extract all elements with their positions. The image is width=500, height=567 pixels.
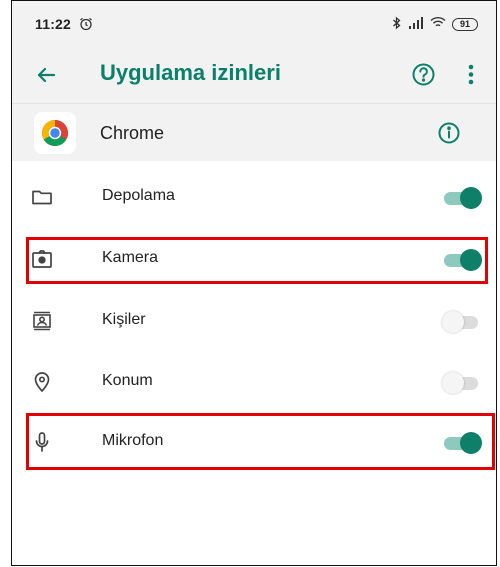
status-time: 11:22: [35, 16, 72, 32]
permission-row-kamera[interactable]: Kamera: [12, 228, 496, 289]
location-icon: [30, 370, 54, 394]
app-name: Chrome: [100, 123, 165, 143]
help-circle-icon[interactable]: [410, 61, 437, 88]
mikrofon-toggle[interactable]: [442, 432, 482, 454]
permission-row-mikrofon[interactable]: Mikrofon: [12, 411, 496, 472]
signal-icon: [408, 16, 424, 32]
kisiler-toggle[interactable]: [442, 311, 482, 333]
contacts-icon: [30, 309, 54, 333]
konum-toggle[interactable]: [442, 372, 482, 394]
status-bar: 11:22 91: [12, 1, 496, 47]
wifi-icon: [430, 16, 446, 32]
page-title: Uygulama izinleri: [100, 60, 281, 85]
permission-row-kisiler[interactable]: Kişiler: [12, 290, 496, 351]
chrome-icon: [34, 112, 76, 154]
permission-label: Konum: [102, 372, 153, 389]
microphone-icon: [30, 430, 54, 454]
phone-screen: 11:22 91 Uygulama izinleri Chrome Depola…: [11, 0, 497, 566]
status-icons: 91: [392, 16, 478, 33]
info-icon[interactable]: [436, 120, 462, 146]
permission-label: Mikrofon: [102, 432, 164, 449]
bluetooth-icon: [392, 16, 402, 33]
depolama-toggle[interactable]: [442, 187, 482, 209]
battery-icon: 91: [452, 17, 478, 31]
permission-row-depolama[interactable]: Depolama: [12, 166, 496, 227]
more-vert-icon[interactable]: [465, 61, 477, 88]
arrow-back-icon[interactable]: [34, 63, 58, 87]
alarm-icon: [79, 17, 93, 31]
permission-label: Kamera: [102, 249, 159, 266]
permission-row-konum[interactable]: Konum: [12, 351, 496, 412]
app-bar: Uygulama izinleri: [12, 47, 496, 103]
permission-label: Depolama: [102, 187, 175, 204]
permission-label: Kişiler: [102, 311, 146, 328]
camera-icon: [30, 247, 54, 271]
app-row[interactable]: Chrome: [12, 103, 496, 161]
kamera-toggle[interactable]: [442, 249, 482, 271]
folder-icon: [30, 185, 54, 209]
